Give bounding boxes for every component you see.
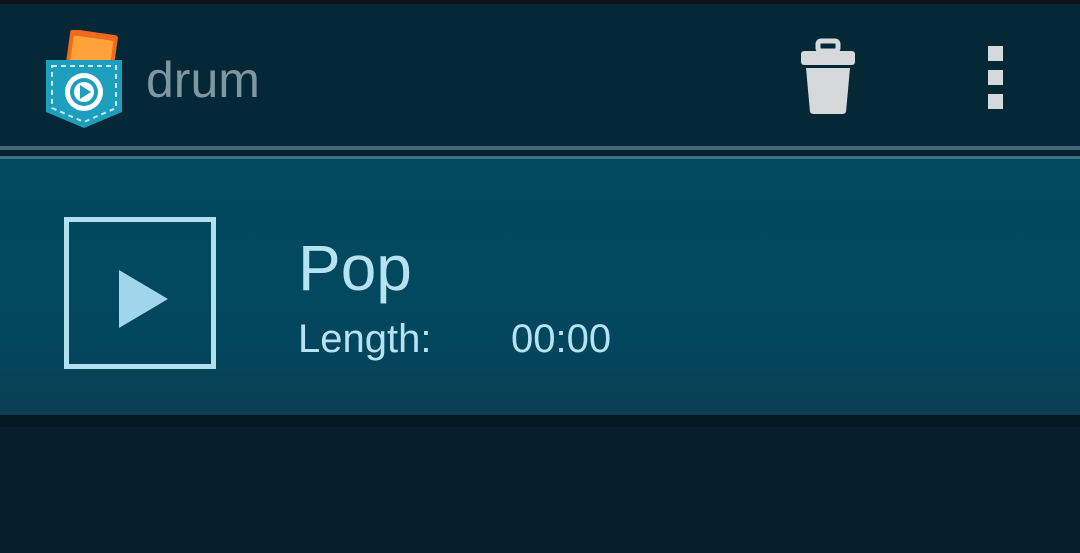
trash-icon (801, 38, 855, 114)
overflow-menu-icon (988, 46, 1003, 109)
list-item[interactable]: Pop Length: 00:00 (0, 159, 1080, 415)
action-bar: drum (0, 4, 1080, 146)
delete-button[interactable] (793, 34, 863, 124)
play-icon (119, 270, 168, 328)
length-label: Length: (298, 317, 432, 361)
track-title: Pop (298, 232, 412, 304)
length-value: 00:00 (511, 317, 612, 361)
app-title: drum (146, 52, 260, 108)
play-button[interactable] (64, 217, 216, 369)
overflow-menu-button[interactable] (968, 40, 1024, 122)
empty-list-area (0, 427, 1080, 553)
list-item-bottom-shadow (0, 415, 1080, 427)
pocket-video-app-icon[interactable] (42, 29, 126, 130)
